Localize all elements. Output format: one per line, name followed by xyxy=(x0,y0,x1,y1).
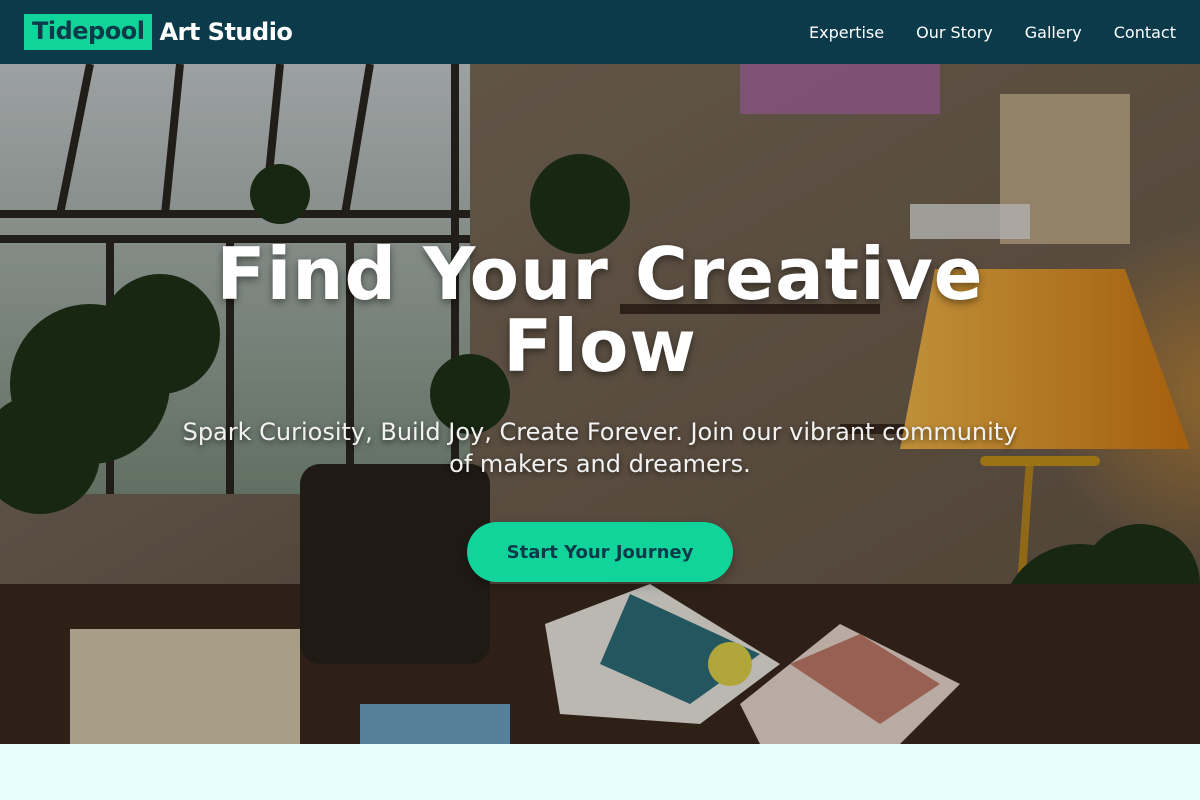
brand-logo[interactable]: Tidepool Art Studio xyxy=(24,14,293,50)
brand-name-highlight: Tidepool xyxy=(24,14,153,50)
next-section xyxy=(0,744,1200,800)
hero-section: Find Your Creative Flow Spark Curiosity,… xyxy=(0,64,1200,744)
nav-link-contact[interactable]: Contact xyxy=(1114,23,1176,42)
brand-name-rest: Art Studio xyxy=(159,18,293,46)
hero-content: Find Your Creative Flow Spark Curiosity,… xyxy=(0,238,1200,582)
hero-title: Find Your Creative Flow xyxy=(216,232,984,388)
nav-link-gallery[interactable]: Gallery xyxy=(1025,23,1082,42)
start-journey-button[interactable]: Start Your Journey xyxy=(467,522,733,582)
nav-link-our-story[interactable]: Our Story xyxy=(916,23,993,42)
nav-menu: Expertise Our Story Gallery Contact xyxy=(809,23,1176,42)
top-navbar: Tidepool Art Studio Expertise Our Story … xyxy=(0,0,1200,64)
nav-link-expertise[interactable]: Expertise xyxy=(809,23,884,42)
hero-subtitle: Spark Curiosity, Build Joy, Create Forev… xyxy=(182,418,1018,478)
